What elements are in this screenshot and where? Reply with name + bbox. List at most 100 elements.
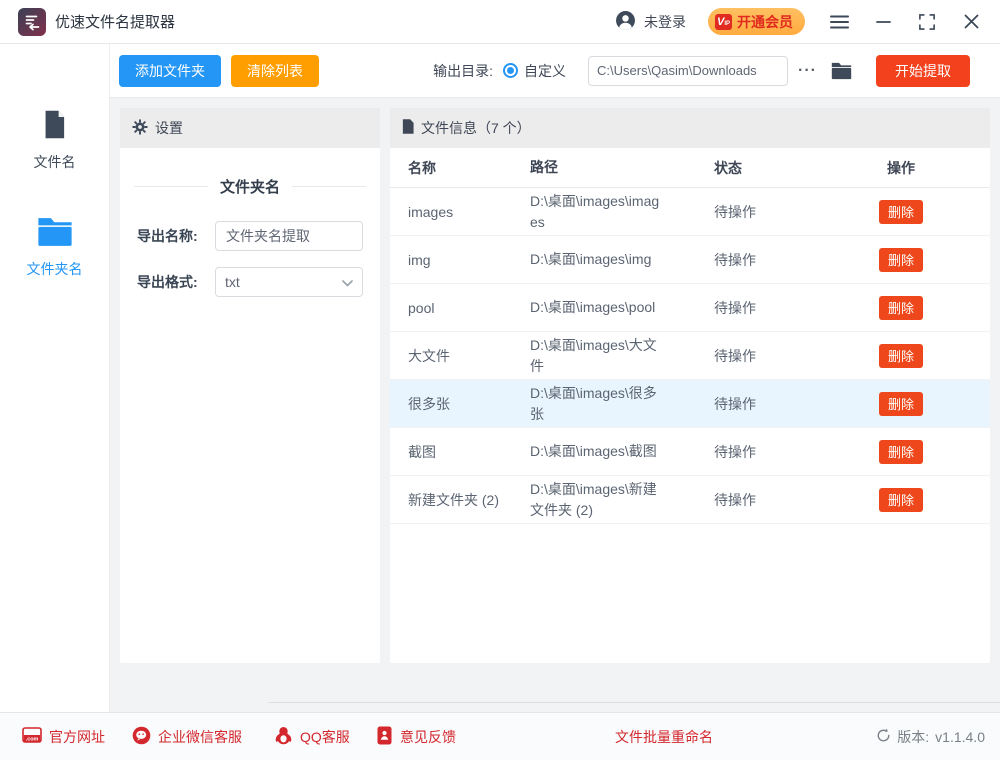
row-name: 截图 [390, 442, 530, 462]
close-icon[interactable] [961, 12, 981, 32]
file-icon [38, 108, 71, 144]
toolbar: 添加文件夹 清除列表 输出目录: 自定义 ··· 开始提取 [110, 44, 1000, 98]
delete-button[interactable]: 删除 [879, 344, 923, 368]
batch-rename-link[interactable]: 文件批量重命名 [615, 713, 713, 760]
custom-radio-label: 自定义 [524, 61, 566, 81]
output-dir-label: 输出目录: [433, 61, 493, 81]
row-name: 新建文件夹 (2) [390, 490, 530, 510]
delete-button[interactable]: 删除 [879, 392, 923, 416]
row-status: 待操作 [692, 202, 812, 222]
table-row[interactable]: 很多张 D:\桌面\images\很多张 待操作 删除 [390, 380, 990, 428]
delete-button[interactable]: 删除 [879, 296, 923, 320]
footer: .com 官方网址 企业微信客服 [0, 712, 1000, 760]
sidebar-item-label: 文件名 [34, 152, 76, 172]
row-name: images [390, 204, 530, 220]
sidebar-item-label: 文件夹名 [27, 259, 83, 279]
gear-icon [132, 119, 148, 138]
user-icon [615, 10, 636, 34]
row-name: 很多张 [390, 394, 530, 414]
row-status: 待操作 [692, 490, 812, 510]
table-row[interactable]: 大文件 D:\桌面\images\大文件 待操作 删除 [390, 332, 990, 380]
export-format-label: 导出格式: [137, 272, 215, 292]
version-number: v1.1.4.0 [935, 729, 985, 745]
table-header-row: 名称 路径 状态 操作 [390, 148, 990, 188]
table-row[interactable]: images D:\桌面\images\images 待操作 删除 [390, 188, 990, 236]
col-status: 状态 [692, 158, 812, 178]
file-info-panel: 文件信息（7 个） 名称 路径 状态 操作 images D:\桌面\image… [390, 108, 990, 663]
row-status: 待操作 [692, 298, 812, 318]
svg-text:.com: .com [26, 737, 39, 743]
export-name-input[interactable] [215, 221, 363, 251]
wechat-support-link[interactable]: 企业微信客服 [132, 713, 242, 760]
folder-icon [37, 216, 73, 251]
row-path: D:\桌面\images\images [530, 191, 692, 232]
browse-folder-icon[interactable] [831, 62, 852, 80]
divider-line [268, 702, 1000, 703]
row-path: D:\桌面\images\很多张 [530, 383, 692, 424]
chevron-down-icon [342, 274, 353, 290]
settings-panel-header: 设置 [120, 108, 380, 148]
settings-section-title: 文件夹名 [134, 176, 366, 197]
wechat-icon [132, 726, 151, 748]
delete-button[interactable]: 删除 [879, 488, 923, 512]
app-title: 优速文件名提取器 [55, 11, 175, 32]
row-path: D:\桌面\images\新建文件夹 (2) [530, 479, 692, 520]
vip-icon: VIP [715, 14, 732, 30]
table-row[interactable]: img D:\桌面\images\img 待操作 删除 [390, 236, 990, 284]
file-table-body: images D:\桌面\images\images 待操作 删除 img D:… [390, 188, 990, 524]
export-format-select[interactable]: txt [215, 267, 363, 297]
sidebar-item-filename[interactable]: 文件名 [0, 108, 109, 172]
row-name: 大文件 [390, 346, 530, 366]
col-action: 操作 [812, 158, 990, 178]
col-name: 名称 [390, 158, 530, 178]
sidebar-item-foldername[interactable]: 文件夹名 [0, 216, 109, 279]
row-status: 待操作 [692, 346, 812, 366]
open-vip-button[interactable]: VIP 开通会员 [708, 8, 805, 35]
row-name: pool [390, 300, 530, 316]
start-extract-button[interactable]: 开始提取 [876, 55, 970, 87]
sidebar: 文件名 文件夹名 [0, 44, 110, 712]
row-status: 待操作 [692, 250, 812, 270]
official-website-link[interactable]: .com 官方网址 [22, 713, 105, 760]
delete-button[interactable]: 删除 [879, 200, 923, 224]
document-icon [402, 119, 414, 137]
row-path: D:\桌面\images\pool [530, 297, 692, 317]
row-path: D:\桌面\images\大文件 [530, 335, 692, 376]
feedback-link[interactable]: 意见反馈 [376, 713, 456, 760]
clear-list-button[interactable]: 清除列表 [231, 55, 319, 87]
row-status: 待操作 [692, 394, 812, 414]
settings-panel: 设置 文件夹名 导出名称: 导出格式: [120, 108, 380, 663]
version-info: 版本: v1.1.4.0 [876, 713, 985, 760]
title-bar: 优速文件名提取器 未登录 VIP 开通会员 [0, 0, 1000, 44]
custom-radio[interactable] [503, 63, 518, 78]
delete-button[interactable]: 删除 [879, 440, 923, 464]
table-row[interactable]: 截图 D:\桌面\images\截图 待操作 删除 [390, 428, 990, 476]
app-logo-icon [18, 8, 46, 36]
table-row[interactable]: 新建文件夹 (2) D:\桌面\images\新建文件夹 (2) 待操作 删除 [390, 476, 990, 524]
login-status[interactable]: 未登录 [615, 10, 686, 34]
row-path: D:\桌面\images\截图 [530, 441, 692, 461]
qq-icon [274, 726, 293, 748]
file-info-header: 文件信息（7 个） [390, 108, 990, 148]
maximize-icon[interactable] [917, 12, 937, 32]
row-status: 待操作 [692, 442, 812, 462]
feedback-icon [376, 726, 393, 748]
file-info-header-label: 文件信息（7 个） [421, 118, 531, 138]
browse-dots-button[interactable]: ··· [796, 60, 819, 82]
delete-button[interactable]: 删除 [879, 248, 923, 272]
minimize-icon[interactable] [873, 12, 893, 32]
add-folder-button[interactable]: 添加文件夹 [119, 55, 221, 87]
col-path: 路径 [530, 157, 692, 177]
export-name-label: 导出名称: [137, 226, 215, 246]
settings-header-label: 设置 [155, 118, 183, 138]
table-row[interactable]: pool D:\桌面\images\pool 待操作 删除 [390, 284, 990, 332]
qq-support-link[interactable]: QQ客服 [274, 713, 350, 760]
row-path: D:\桌面\images\img [530, 249, 692, 269]
content-body: 设置 文件夹名 导出名称: 导出格式: [110, 98, 1000, 712]
update-icon[interactable] [876, 728, 891, 746]
website-icon: .com [22, 726, 42, 747]
menu-icon[interactable] [829, 12, 849, 32]
output-path-input[interactable] [588, 56, 788, 86]
row-name: img [390, 252, 530, 268]
app-window: 优速文件名提取器 未登录 VIP 开通会员 [0, 0, 1000, 760]
